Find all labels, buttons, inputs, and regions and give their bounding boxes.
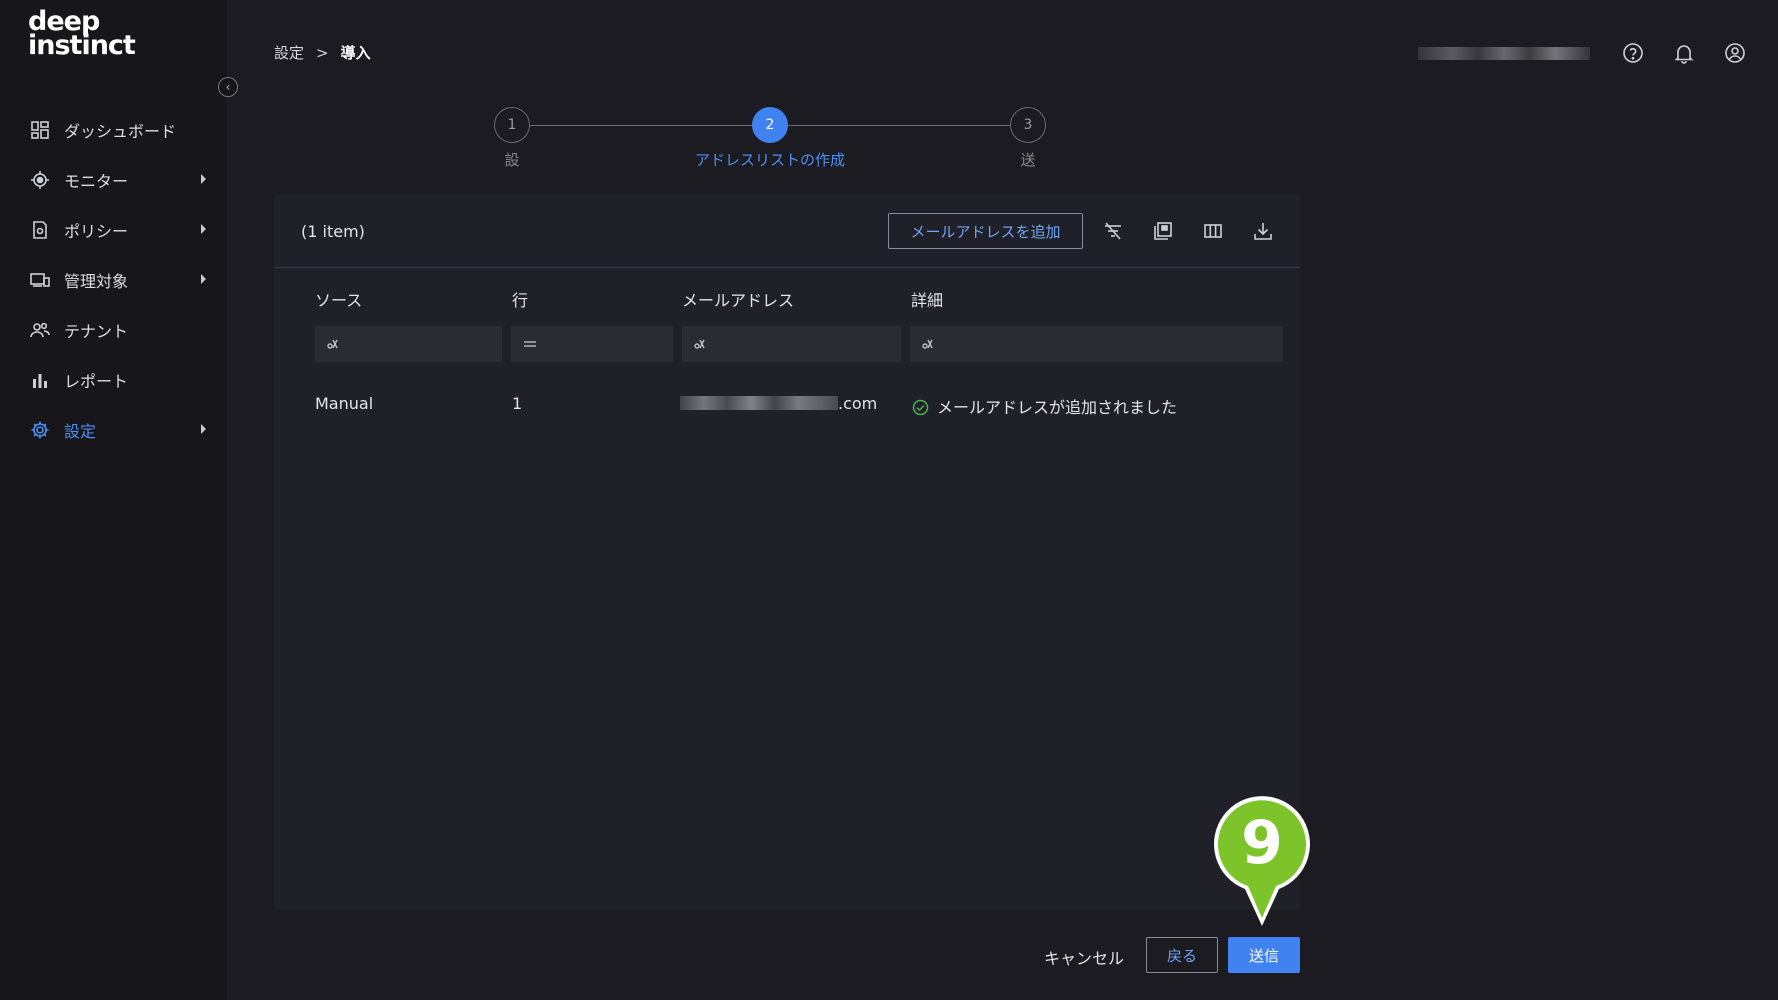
filter-detail-input[interactable] [910,326,1283,362]
step-3-label: 送 [1020,151,1036,169]
breadcrumb: 設定 > 導入 [274,42,371,63]
sidebar-nav: ダッシュボード モニター ポリシー 管理対象 テナント レポート 設定 [0,105,228,455]
sidebar-item-reports[interactable]: レポート [0,355,228,405]
email-suffix: .com [838,394,878,413]
breadcrumb-parent[interactable]: 設定 [274,42,304,63]
dashboard-icon [30,120,50,140]
devices-icon [30,270,50,290]
sidebar: deep instinct ダッシュボード モニター ポリシー 管理対象 テナン… [0,0,228,1000]
cell-row: 1 [512,394,523,413]
cancel-button[interactable]: キャンセル [1030,939,1138,975]
address-list-panel: (1 item) メールアドレスを追加 ソース 行 メールアドレス 詳細 Man… [274,194,1300,910]
caret-right-icon [201,224,206,234]
sidebar-item-policy[interactable]: ポリシー [0,205,228,255]
step-marker-pin: 9 [1212,794,1312,930]
check-circle-icon [912,399,929,416]
filter-icon [920,335,938,353]
step-connector [788,125,1010,126]
add-email-button[interactable]: メールアドレスを追加 [888,213,1083,249]
step-2-circle: 2 [752,107,788,143]
cell-email: .com [680,394,877,413]
back-button[interactable]: 戻る [1146,937,1218,973]
step-1-circle: 1 [494,107,530,143]
sidebar-item-label: レポート [64,372,129,391]
panel-toolbar: (1 item) メールアドレスを追加 [274,194,1300,268]
help-icon[interactable] [1622,42,1644,64]
item-count: (1 item) [301,222,365,241]
column-header-email[interactable]: メールアドレス [682,287,794,311]
caret-right-icon [201,174,206,184]
sidebar-item-monitor[interactable]: モニター [0,155,228,205]
equals-icon [521,335,539,353]
reports-icon [30,370,50,390]
sidebar-item-label: 設定 [64,422,97,441]
logo[interactable]: deep instinct [28,8,138,65]
column-header-detail[interactable]: 詳細 [911,287,943,311]
sidebar-item-label: 管理対象 [64,272,129,291]
step-2-label: アドレスリストの作成 [694,151,846,169]
clear-filter-icon[interactable] [1102,220,1124,242]
sidebar-item-label: ダッシュボード [64,122,177,141]
filter-icon [325,335,343,353]
breadcrumb-current: 導入 [340,44,371,62]
bell-icon[interactable] [1673,42,1695,64]
filter-source-input[interactable] [315,326,502,362]
copy-icon[interactable] [1152,220,1174,242]
sidebar-item-label: テナント [64,322,129,341]
sidebar-item-tenants[interactable]: テナント [0,305,228,355]
filter-row-input[interactable] [511,326,673,362]
submit-button[interactable]: 送信 [1228,937,1300,973]
sidebar-item-dashboard[interactable]: ダッシュボード [0,105,228,155]
filter-email-input[interactable] [682,326,901,362]
step-3-circle: 3 [1010,107,1046,143]
step-1-label: 設 [504,151,520,169]
column-header-source[interactable]: ソース [315,287,362,311]
step-connector [530,125,752,126]
sidebar-item-devices[interactable]: 管理対象 [0,255,228,305]
download-icon[interactable] [1252,220,1274,242]
stepper: 1 2 3 設 アドレスリストの作成 送 [494,107,1046,169]
monitor-icon [30,170,50,190]
detail-text: メールアドレスが追加されました [937,398,1178,417]
sidebar-item-label: ポリシー [64,222,129,241]
sidebar-collapse-button[interactable]: ‹ [218,77,238,97]
user-name-redacted [1418,47,1590,60]
user-account-icon[interactable] [1724,42,1746,64]
caret-right-icon [201,274,206,284]
policy-icon [30,220,50,240]
sidebar-item-label: モニター [64,172,129,191]
cell-source: Manual [315,394,374,413]
logo-line-2: instinct [28,30,136,61]
breadcrumb-separator: > [316,43,329,62]
gear-icon [30,420,50,440]
tenants-icon [30,320,50,340]
cell-detail: メールアドレスが追加されました [912,394,1177,418]
email-redacted [680,396,838,410]
caret-right-icon [201,424,206,434]
sidebar-item-settings[interactable]: 設定 [0,405,228,455]
filter-icon [692,335,710,353]
chevron-left-icon: ‹ [225,80,231,94]
columns-icon[interactable] [1202,220,1224,242]
marker-number: 9 [1241,808,1283,878]
column-header-row[interactable]: 行 [512,287,528,311]
